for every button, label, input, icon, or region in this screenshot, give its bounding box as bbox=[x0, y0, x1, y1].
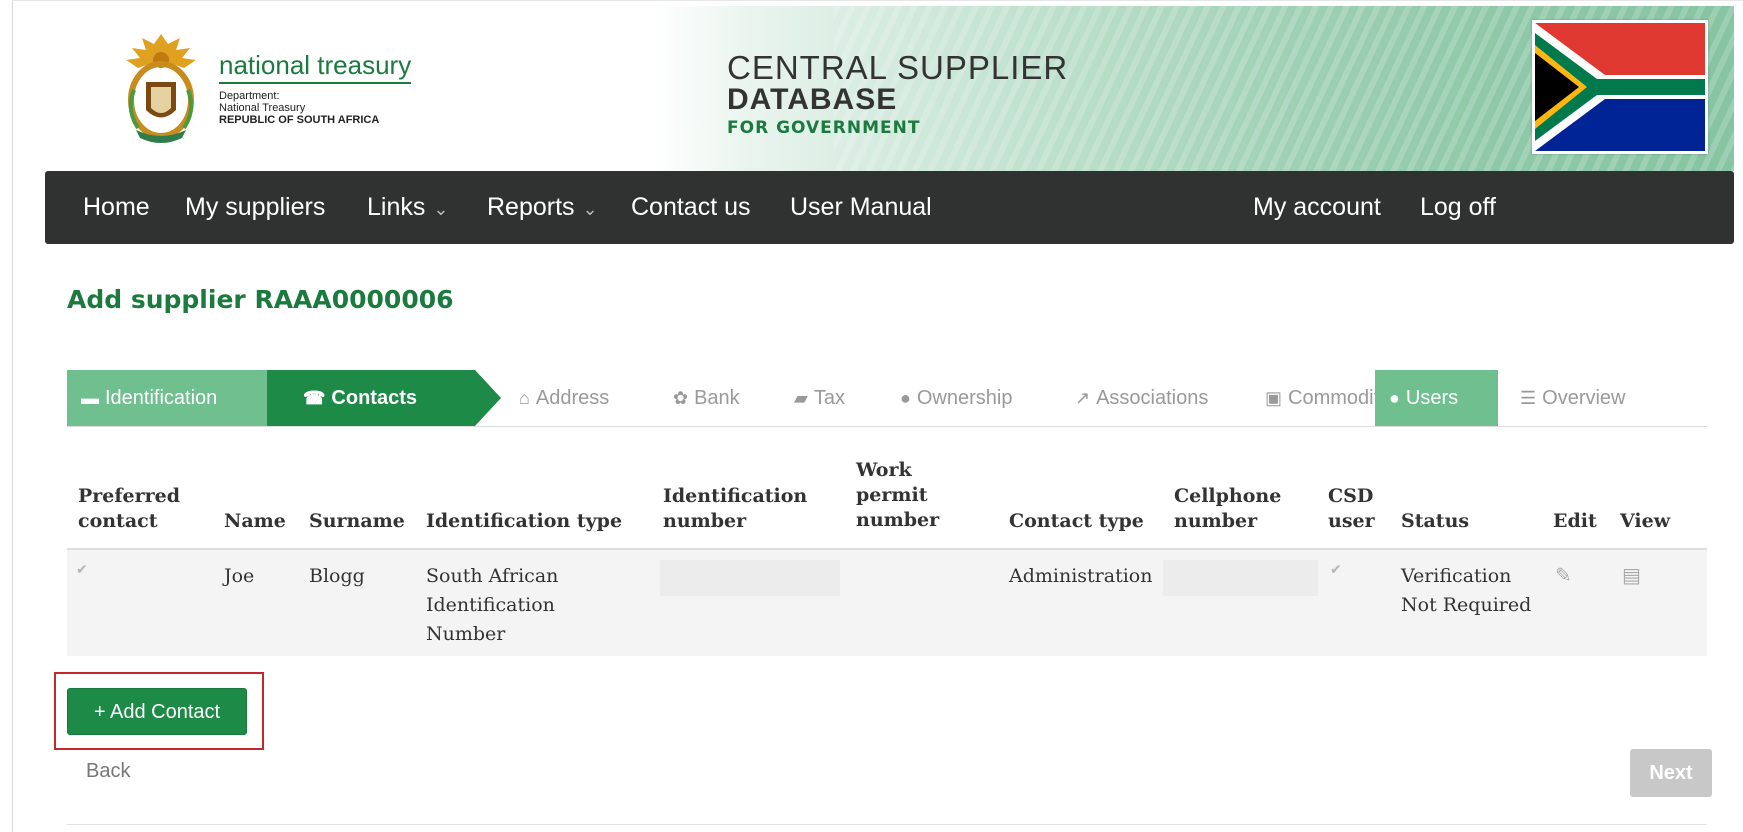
caret-down-icon: ⌄ bbox=[582, 199, 598, 219]
col-edit: Edit bbox=[1553, 510, 1597, 532]
col-work-line3: number bbox=[856, 509, 940, 531]
col-name: Name bbox=[224, 510, 286, 532]
view-icon[interactable]: ▤ bbox=[1622, 563, 1641, 587]
step-users-label: Users bbox=[1405, 387, 1459, 409]
col-status: Status bbox=[1401, 510, 1470, 532]
edit-icon[interactable]: ✎ bbox=[1555, 563, 1572, 587]
col-preferred-contact: Preferred contact bbox=[78, 484, 180, 534]
cell-id-type-line2: Identification bbox=[426, 594, 555, 616]
preferred-check-icon: ✔ bbox=[76, 562, 88, 578]
page-title: Add supplier RAAA0000006 bbox=[67, 285, 454, 314]
cell-status: Verification Not Required bbox=[1401, 562, 1531, 620]
add-contact-button[interactable]: + Add Contact bbox=[67, 688, 247, 735]
home-icon: ⌂ bbox=[519, 388, 530, 408]
org-sub-country: REPUBLIC OF SOUTH AFRICA bbox=[219, 114, 380, 126]
cell-surname: Blogg bbox=[309, 565, 365, 587]
col-work-permit-number: Work permit number bbox=[856, 458, 939, 533]
col-preferred-line2: contact bbox=[78, 510, 158, 532]
site-title-line3: FOR GOVERNMENT bbox=[727, 118, 921, 138]
nav-reports-label: Reports bbox=[487, 193, 575, 221]
footer-divider bbox=[67, 824, 1707, 825]
south-africa-flag-icon bbox=[1532, 20, 1708, 154]
nav-home[interactable]: Home bbox=[83, 171, 150, 244]
step-ownership[interactable]: ● Ownership bbox=[900, 370, 1012, 426]
col-identification-number: Identification number bbox=[663, 484, 807, 534]
list-icon: ☰ bbox=[1520, 388, 1537, 408]
cell-identification-number-redacted bbox=[660, 560, 840, 596]
col-csd-line1: CSD bbox=[1328, 485, 1374, 507]
step-overview[interactable]: ☰ Overview bbox=[1520, 370, 1626, 426]
col-csd-line2: user bbox=[1328, 510, 1375, 532]
cell-status-line1: Verification bbox=[1401, 565, 1512, 587]
nav-my-account[interactable]: My account bbox=[1253, 171, 1381, 244]
col-work-line2: permit bbox=[856, 484, 928, 506]
site-title-line1: CENTRAL SUPPLIER bbox=[727, 49, 1069, 86]
col-id-number-line1: Identification bbox=[663, 485, 808, 507]
step-overview-label: Overview bbox=[1542, 387, 1626, 409]
step-arrow-active bbox=[475, 370, 501, 426]
col-cell-line2: number bbox=[1174, 510, 1258, 532]
cart-icon: ▣ bbox=[1265, 388, 1283, 408]
org-sub-treasury: National Treasury bbox=[219, 102, 306, 114]
folder-icon: ▰ bbox=[794, 388, 808, 408]
nav-reports[interactable]: Reports ⌄ bbox=[487, 171, 598, 244]
cell-name: Joe bbox=[224, 565, 255, 587]
step-users[interactable]: ● Users bbox=[1375, 370, 1498, 426]
nav-user-manual[interactable]: User Manual bbox=[790, 171, 932, 244]
col-csd-user: CSD user bbox=[1328, 484, 1375, 534]
user-icon: ● bbox=[1389, 388, 1400, 408]
step-address[interactable]: ⌂ Address bbox=[519, 370, 609, 426]
step-address-label: Address bbox=[535, 387, 610, 409]
caret-down-icon: ⌄ bbox=[433, 199, 449, 219]
main-navbar: Home My suppliers Links ⌄ Reports ⌄ Contac… bbox=[45, 171, 1734, 244]
link-icon: ↗ bbox=[1075, 388, 1091, 408]
step-ownership-label: Ownership bbox=[916, 387, 1013, 409]
step-identification[interactable]: ▬ Identification bbox=[67, 370, 267, 426]
cell-contact-type: Administration bbox=[1009, 565, 1153, 587]
cell-status-line2: Not Required bbox=[1401, 594, 1532, 616]
next-button[interactable]: Next bbox=[1630, 749, 1712, 797]
back-link[interactable]: Back bbox=[86, 760, 130, 783]
cell-identification-type: South African Identification Number bbox=[426, 562, 558, 649]
nav-links[interactable]: Links ⌄ bbox=[367, 171, 448, 244]
col-cellphone-number: Cellphone number bbox=[1174, 484, 1281, 534]
org-subtitle: Department: National Treasury REPUBLIC O… bbox=[219, 90, 379, 126]
col-id-number-line2: number bbox=[663, 510, 747, 532]
csd-user-check-icon: ✔ bbox=[1330, 562, 1342, 578]
col-identification-type: Identification type bbox=[426, 510, 623, 532]
col-contact-type: Contact type bbox=[1009, 510, 1144, 532]
col-preferred-line1: Preferred bbox=[78, 485, 181, 507]
step-contacts-label: Contacts bbox=[331, 387, 417, 409]
nav-log-off[interactable]: Log off bbox=[1420, 171, 1496, 244]
col-work-line1: Work bbox=[856, 459, 912, 481]
step-tax-label: Tax bbox=[813, 387, 845, 409]
org-name: national treasury bbox=[219, 50, 412, 84]
nav-links-label: Links bbox=[367, 193, 426, 221]
header-banner: national treasury Department: National T… bbox=[44, 6, 1734, 171]
site-title-line2: DATABASE bbox=[727, 83, 898, 116]
step-bank-label: Bank bbox=[694, 387, 740, 409]
id-card-icon: ▬ bbox=[81, 388, 99, 408]
user-icon: ● bbox=[900, 388, 911, 408]
org-sub-department: Department: bbox=[219, 90, 280, 102]
piggy-bank-icon: ✿ bbox=[673, 388, 689, 408]
nav-my-suppliers[interactable]: My suppliers bbox=[185, 171, 325, 244]
nav-contact-us[interactable]: Contact us bbox=[631, 171, 751, 244]
step-tax[interactable]: ▰ Tax bbox=[794, 370, 845, 426]
step-bank[interactable]: ✿ Bank bbox=[673, 370, 740, 426]
phone-icon: ☎ bbox=[303, 388, 326, 408]
col-surname: Surname bbox=[309, 510, 405, 532]
step-associations-label: Associations bbox=[1096, 387, 1209, 409]
step-identification-label: Identification bbox=[105, 387, 218, 409]
step-associations[interactable]: ↗ Associations bbox=[1075, 370, 1208, 426]
cell-id-type-line3: Number bbox=[426, 623, 506, 645]
col-view: View bbox=[1620, 510, 1671, 532]
cell-id-type-line1: South African bbox=[426, 565, 559, 587]
col-cell-line1: Cellphone bbox=[1174, 485, 1282, 507]
cell-cellphone-redacted bbox=[1163, 560, 1318, 596]
step-contacts[interactable]: ☎ Contacts bbox=[267, 370, 475, 426]
wizard-steps: ▬ Identification ☎ Contacts ⌂ Address ✿ Bank… bbox=[67, 370, 1707, 427]
coat-of-arms-logo bbox=[126, 34, 196, 143]
